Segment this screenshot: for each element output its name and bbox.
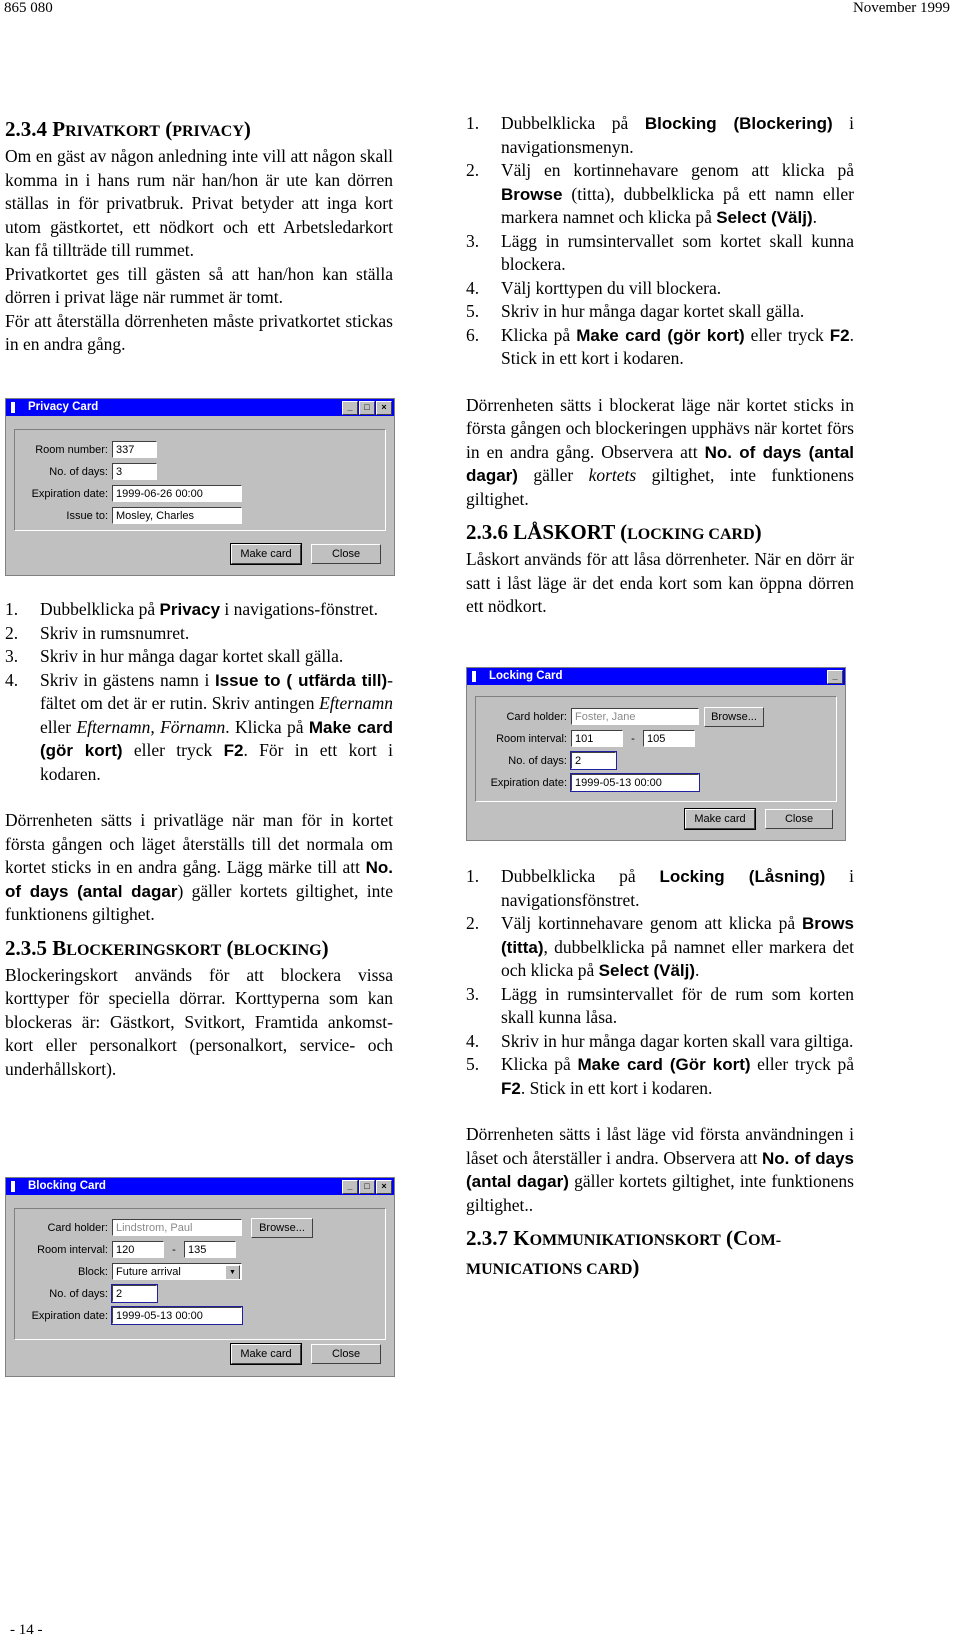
issue-to-input[interactable]: Mosley, Charles <box>112 507 242 524</box>
step-item: 2. Välj en kortinnehavare genom att klick… <box>466 160 854 227</box>
close-icon[interactable]: × <box>376 401 392 415</box>
maximize-icon[interactable]: □ <box>359 1180 375 1194</box>
blocking-intro: Blockeringskort används för att blockera… <box>5 964 393 1079</box>
step-item: 3. Lägg in rumsintervallet som kortet ska… <box>466 230 854 275</box>
blocking-heading: 2.3.5 BLOCKERINGSKORT (BLOCKING) <box>5 935 329 960</box>
issue-to-label: Issue to: <box>66 509 108 522</box>
minimize-icon[interactable]: _ <box>342 401 358 415</box>
card-holder-label: Card holder: <box>506 710 567 723</box>
step-item: 2. Skriv in rumsnumret. <box>5 622 190 643</box>
window-icon <box>11 402 15 413</box>
locking-steps: 1. Dubbelklicka på Locking (Låsning) i na… <box>466 865 854 1100</box>
step-item: 3. Skriv in hur många dagar kortet skall … <box>5 646 344 666</box>
window-icon <box>472 671 476 682</box>
make-card-button[interactable]: Make card <box>684 808 756 830</box>
minimize-icon[interactable]: _ <box>342 1180 358 1194</box>
room-number-label: Room number: <box>35 443 108 456</box>
browse-button[interactable]: Browse... <box>704 707 764 727</box>
room-from-input[interactable]: 101 <box>571 730 623 747</box>
dialog-title: Blocking Card <box>28 1180 106 1192</box>
days-label: No. of days: <box>49 465 108 478</box>
dialog-title: Privacy Card <box>28 401 99 413</box>
locking-note: Dörrenheten sätts i låst läge vid första… <box>466 1124 854 1215</box>
step-item: 4. Välj korttypen du vill blockera. <box>466 277 722 298</box>
card-holder-input[interactable]: Foster, Jane <box>571 708 699 725</box>
chevron-down-icon[interactable]: ▼ <box>225 1265 240 1279</box>
communications-heading: 2.3.7 KOMMUNIKATIONSKORT (COM- MUNICATION… <box>466 1226 782 1279</box>
step-item: 5. Klicka på Make card (Gör kort) eller t… <box>466 1054 854 1098</box>
expiration-input[interactable]: 1999-05-13 00:00 <box>570 773 700 792</box>
days-label: No. of days: <box>508 754 567 767</box>
doc-date: November 1999 <box>852 0 950 16</box>
close-button[interactable]: Close <box>311 1344 381 1364</box>
expiration-input[interactable]: 1999-06-26 00:00 <box>112 485 242 502</box>
make-card-button[interactable]: Make card <box>230 543 302 565</box>
room-interval-label: Room interval: <box>37 1243 108 1256</box>
room-to-input[interactable]: 135 <box>184 1241 236 1258</box>
step-item: 4. Skriv in gästens namn i Issue to ( utf… <box>5 669 393 784</box>
privacy-steps: 1. Dubbelklicka på Privacy i navigations-… <box>5 598 393 786</box>
locking-intro: Låskort används för att låsa dörrenheter… <box>466 549 854 616</box>
step-item: 1. Dubbelklicka på Privacy i navigations-… <box>5 599 378 619</box>
days-input[interactable]: 3 <box>112 463 157 480</box>
locking-steps-block: 1. Dubbelklicka på Locking (Låsning) i na… <box>466 865 854 1283</box>
step-item: 2. Välj kortinnehavare genom att klicka p… <box>466 913 854 980</box>
browse-button[interactable]: Browse... <box>251 1218 313 1238</box>
close-button[interactable]: Close <box>311 544 381 564</box>
locking-heading: 2.3.6 LÅSKORT (LOCKING CARD) <box>466 520 762 544</box>
range-dash: - <box>631 732 635 745</box>
step-item: 5. Skriv in hur många dagar kortet skall … <box>466 301 805 321</box>
minimize-icon[interactable]: _ <box>827 670 843 684</box>
step-item: 1. Dubbelklicka på Blocking (Blockering) … <box>466 113 855 157</box>
make-card-button[interactable]: Make card <box>230 1343 302 1365</box>
block-label: Block: <box>78 1265 108 1278</box>
dialog-titlebar[interactable]: Blocking Card _ □ × <box>6 1178 394 1195</box>
step-item: 3. Lägg in rumsintervallet för de rum som… <box>466 983 854 1028</box>
close-icon[interactable]: × <box>376 1180 392 1194</box>
blocking-steps-block: 1. Dubbelklicka på Blocking (Blockering) … <box>466 112 854 619</box>
range-dash: - <box>172 1243 176 1256</box>
locking-card-dialog: Locking Card _ Card holder: Foster, Jane… <box>466 667 846 841</box>
window-icon <box>11 1181 15 1192</box>
block-select[interactable]: Future arrival ▼ <box>112 1263 242 1280</box>
room-interval-label: Room interval: <box>496 732 567 745</box>
days-label: No. of days: <box>49 1287 108 1300</box>
step-item: 6. Klicka på Make card (gör kort) eller t… <box>466 324 854 369</box>
privacy-section: 2.3.4 PRIVATKORT (PRIVACY) Om en gäst av… <box>5 116 393 357</box>
privacy-intro: Om en gäst av någon anledning inte vill … <box>5 146 393 260</box>
step-item: 4. Skriv in hur många dagar korten skall … <box>466 1030 854 1051</box>
days-input[interactable]: 2 <box>111 1284 158 1303</box>
room-from-input[interactable]: 120 <box>112 1241 164 1258</box>
privacy-para2: Privatkortet ges till gästen så att han/… <box>5 263 393 308</box>
expiration-label: Expiration date: <box>31 1309 108 1322</box>
blocking-card-dialog: Blocking Card _ □ × Card holder: Lindstr… <box>5 1177 395 1377</box>
privacy-steps-block: 1. Dubbelklicka på Privacy i navigations-… <box>5 598 393 1081</box>
dialog-titlebar[interactable]: Locking Card _ <box>467 668 845 685</box>
privacy-card-dialog: Privacy Card _ □ × Room number: 337 No. … <box>5 398 395 576</box>
room-to-input[interactable]: 105 <box>643 730 695 747</box>
privacy-heading: 2.3.4 PRIVATKORT (PRIVACY) <box>5 117 251 141</box>
card-holder-label: Card holder: <box>47 1221 108 1234</box>
privacy-para3: För att återställa dörrenheten måste pri… <box>5 310 393 355</box>
blocking-steps: 1. Dubbelklicka på Blocking (Blockering) … <box>466 112 854 371</box>
doc-number: 865 080 <box>4 0 53 16</box>
room-number-input[interactable]: 337 <box>112 441 157 458</box>
expiration-label: Expiration date: <box>31 487 108 500</box>
blocking-note: Dörrenheten sätts i blockerat läge när k… <box>466 394 855 509</box>
step-item: 1. Dubbelklicka på Locking (Låsning) i na… <box>466 866 854 910</box>
privacy-note: Dörrenheten sätts i privatläge när man f… <box>5 810 393 924</box>
maximize-icon[interactable]: □ <box>359 401 375 415</box>
expiration-input[interactable]: 1999-05-13 00:00 <box>111 1306 243 1325</box>
days-input[interactable]: 2 <box>570 751 617 770</box>
close-button[interactable]: Close <box>765 809 833 829</box>
card-holder-input[interactable]: Lindstrom, Paul <box>112 1219 242 1236</box>
dialog-titlebar[interactable]: Privacy Card _ □ × <box>6 399 394 416</box>
dialog-title: Locking Card <box>489 670 563 682</box>
page-number: - 14 - <box>10 1622 43 1638</box>
expiration-label: Expiration date: <box>490 776 567 789</box>
